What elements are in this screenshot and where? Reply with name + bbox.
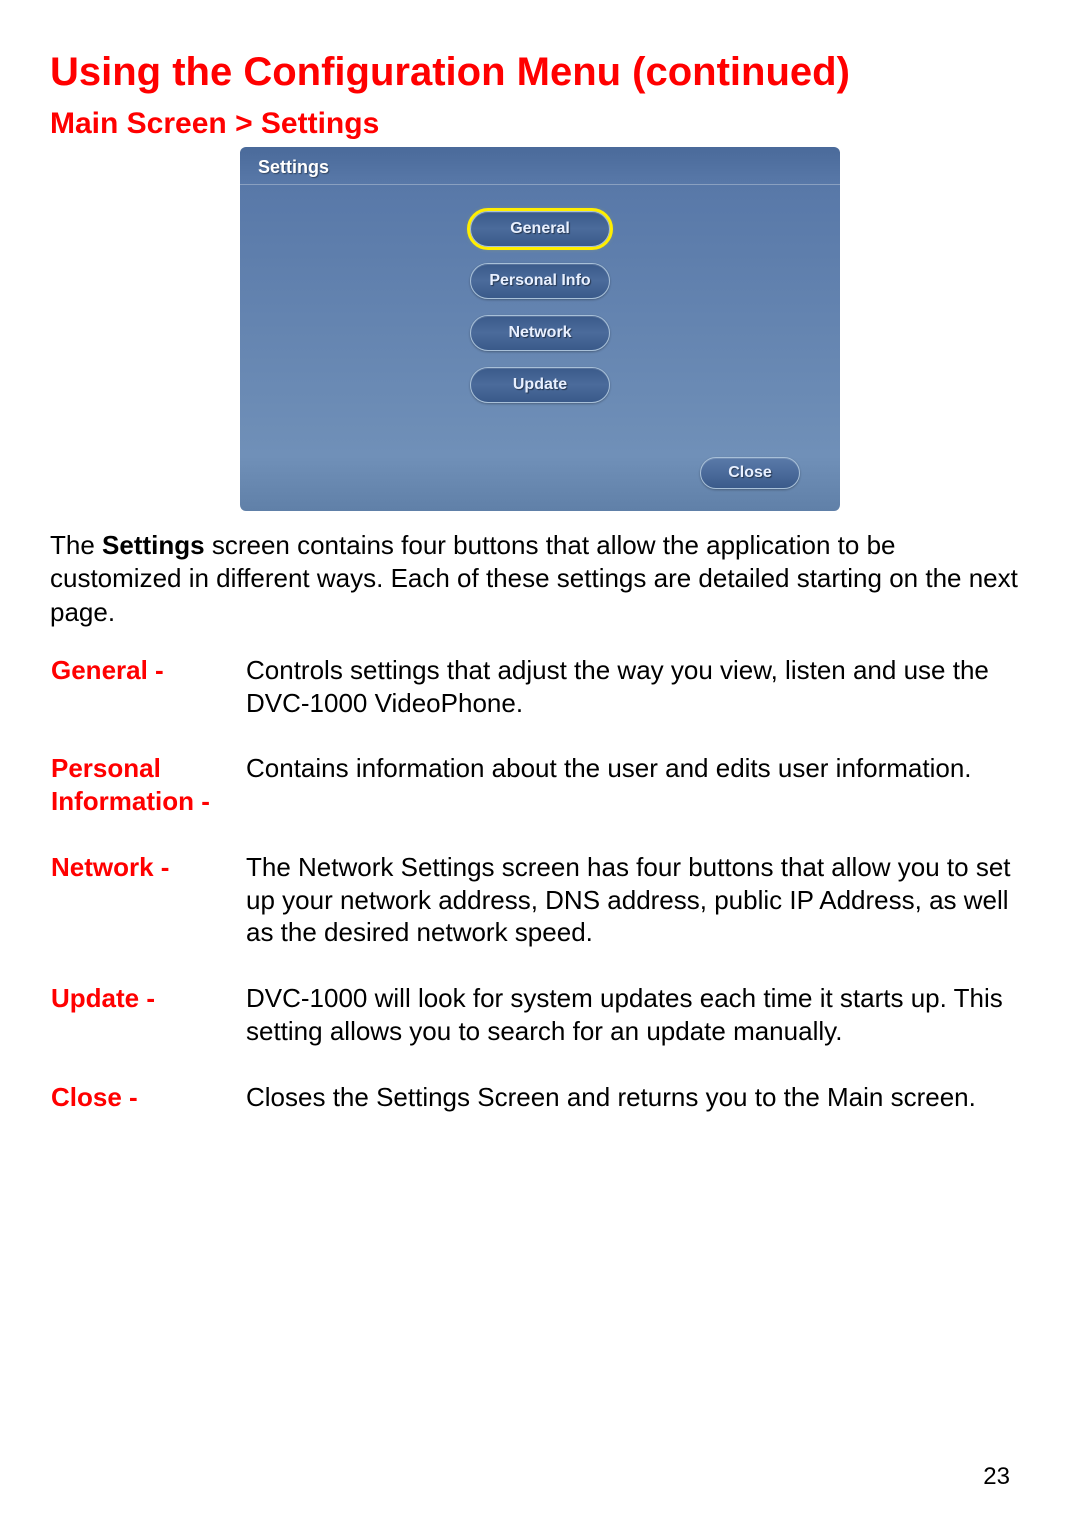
desc-row-general: General - Controls settings that adjust … [50,653,1030,752]
desc-text-general: Controls settings that adjust the way yo… [245,653,1030,752]
desc-row-personal: Personal Information - Contains informat… [50,751,1030,850]
page-title: Using the Configuration Menu (continued) [50,50,1030,95]
desc-row-close: Close - Closes the Settings Screen and r… [50,1080,1030,1114]
desc-text-network: The Network Settings screen has four but… [245,850,1030,981]
desc-label-general: General - [50,653,245,752]
page-number: 23 [983,1463,1010,1491]
personal-info-button[interactable]: Personal Info [470,263,610,299]
desc-text-close: Closes the Settings Screen and returns y… [245,1080,1030,1114]
settings-panel: Settings General Personal Info Network U… [240,147,840,511]
network-button[interactable]: Network [470,315,610,351]
desc-label-close: Close - [50,1080,245,1114]
desc-text-update: DVC-1000 will look for system updates ea… [245,981,1030,1080]
settings-panel-body: General Personal Info Network Update [240,185,840,413]
intro-pre: The [50,530,102,560]
desc-row-network: Network - The Network Settings screen ha… [50,850,1030,981]
desc-label-personal: Personal Information - [50,751,245,850]
breadcrumb-subtitle: Main Screen > Settings [50,107,1030,141]
settings-panel-header: Settings [240,147,840,185]
update-button[interactable]: Update [470,367,610,403]
desc-text-personal: Contains information about the user and … [245,751,1030,850]
desc-label-update: Update - [50,981,245,1080]
close-button[interactable]: Close [700,457,800,489]
intro-bold: Settings [102,530,205,560]
desc-label-network: Network - [50,850,245,981]
settings-panel-footer: Close [240,413,840,511]
desc-row-update: Update - DVC-1000 will look for system u… [50,981,1030,1080]
general-button[interactable]: General [470,211,610,247]
intro-paragraph: The Settings screen contains four button… [50,529,1030,629]
descriptions-table: General - Controls settings that adjust … [50,653,1030,1114]
